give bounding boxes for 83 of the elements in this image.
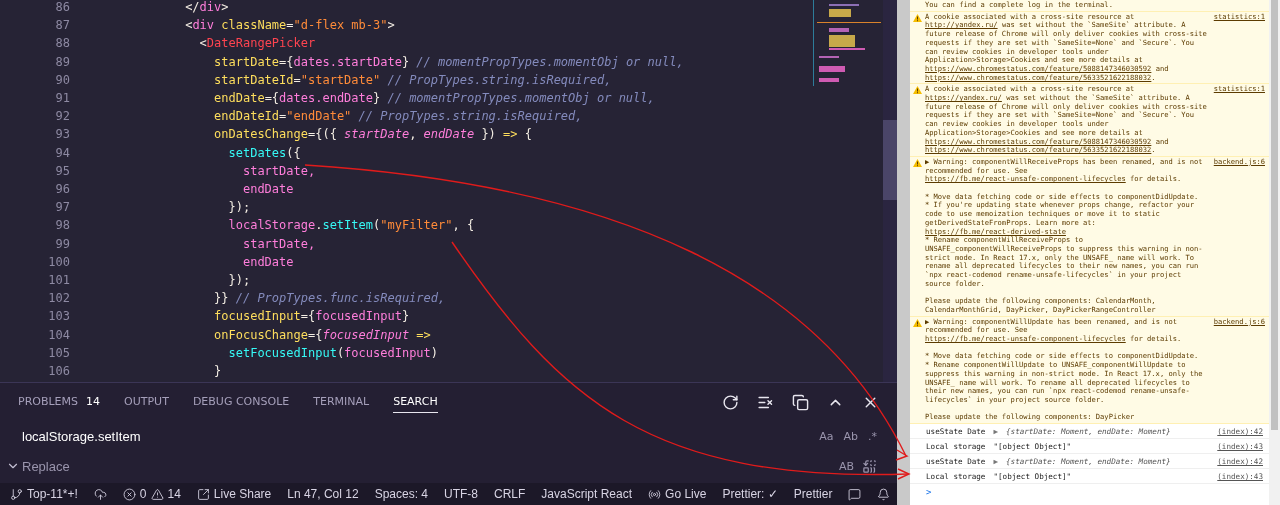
search-option[interactable]: Ab [843,429,858,443]
line-number: 89 [55,54,70,71]
line-number: 104 [48,327,70,344]
line-number: 102 [48,291,70,308]
line-number: 106 [48,364,70,381]
code-line: setDates({ [227,145,302,162]
share-icon [196,487,210,501]
broadcast-icon [648,487,662,501]
code-line: onDatesChange={({ startDate, endDate }) => { [213,127,533,144]
code-line: }); [227,273,252,290]
replace-option[interactable]: AB [838,459,854,473]
live-share-status[interactable]: Live Share [196,487,272,501]
warning-icon [150,487,164,501]
code-line: startDate, [241,236,317,253]
status-item[interactable]: UTF-8 [444,487,478,501]
console-prompt[interactable]: > [910,484,1269,501]
line-number: 97 [55,200,70,217]
search-option[interactable]: .* [868,429,877,443]
warning-icon [913,13,922,22]
stacked-squares-icon[interactable] [792,393,809,411]
code-line: localStorage.setItem("myFilter", { [227,218,476,235]
line-number: 98 [55,218,70,235]
line-number: 92 [55,109,70,126]
problem-count: 14 [86,395,101,409]
code-line: startDate={dates.startDate} // momentPropTypes.momentObj or null, [213,54,685,71]
scrollbar-thumb[interactable] [1271,0,1278,430]
code-line: setFocusedInput(focusedInput) [227,345,440,362]
line-number: 90 [55,72,70,89]
code-line: onFocusChange={focusedInput => [213,327,432,344]
panel-tab[interactable]: OUTPUT [124,391,169,414]
line-number: 88 [55,36,70,53]
status-item[interactable]: Spaces: 4 [374,487,428,501]
status-item[interactable]: JavaScript React [541,487,633,501]
code-line: endDate={dates.endDate} // momentPropTypes.momentObj or null, [213,91,656,107]
search-option[interactable]: Aa [819,429,834,443]
warning-icon [913,158,922,167]
code-line: </div> [184,0,230,16]
code-line: <DateRangePicker [198,36,317,53]
search-field[interactable]: localStorage.setItem [22,426,810,447]
line-number: 96 [55,182,70,199]
status-item[interactable]: Prettier: ✓ [722,487,778,501]
code-line: endDate [241,182,295,199]
status-item[interactable]: CRLF [494,487,526,501]
line-number: 100 [48,254,70,271]
line-number: 99 [55,236,70,253]
line-number: 86 [55,0,70,16]
panel-tab[interactable]: PROBLEMS 14 [18,391,101,414]
warning-icon [913,86,922,95]
cloud-icon[interactable] [93,487,107,501]
line-number: 91 [55,91,70,107]
code-line: <div className="d-flex mb-3"> [184,18,396,35]
replace-field[interactable]: Replace [22,456,829,477]
code-line: }} // PropTypes.func.isRequired, [213,291,447,308]
refresh-icon[interactable] [722,393,739,411]
line-number: 103 [48,309,70,326]
error-icon [122,487,136,501]
code-line: startDateId="startDate" // PropTypes.string.isRequired, [213,72,613,89]
warning-icon [913,318,922,327]
branch-status[interactable]: Top-11*+! [10,487,78,501]
replace-all-icon[interactable] [862,458,877,474]
go-live-status[interactable]: Go Live [648,487,707,501]
code-line: endDateId="endDate" // PropTypes.string.isRequired, [213,109,584,126]
code-line: endDate [241,254,295,271]
code-line: } [213,364,223,381]
line-number: 105 [48,345,70,362]
status-item[interactable]: Prettier [793,487,833,501]
line-number: 93 [55,127,70,144]
branch-icon [10,487,23,501]
panel-tab[interactable]: DEBUG CONSOLE [192,391,290,414]
bell-icon[interactable] [877,487,891,501]
status-item[interactable]: Ln 47, Col 12 [287,487,359,501]
line-number: 94 [55,145,70,162]
panel-tab[interactable]: TERMINAL [313,391,370,414]
panel-tab[interactable]: SEARCH [393,391,438,414]
line-number: 87 [55,18,70,35]
scrollbar-thumb[interactable] [883,120,897,200]
problems-status[interactable]: 0 14 [122,487,181,501]
feedback-icon[interactable] [848,487,862,501]
line-number: 101 [48,273,70,290]
code-line: focusedInput={focusedInput} [213,309,411,326]
code-line: startDate, [241,163,317,180]
line-number: 95 [55,163,70,180]
code-line: }); [227,200,252,217]
